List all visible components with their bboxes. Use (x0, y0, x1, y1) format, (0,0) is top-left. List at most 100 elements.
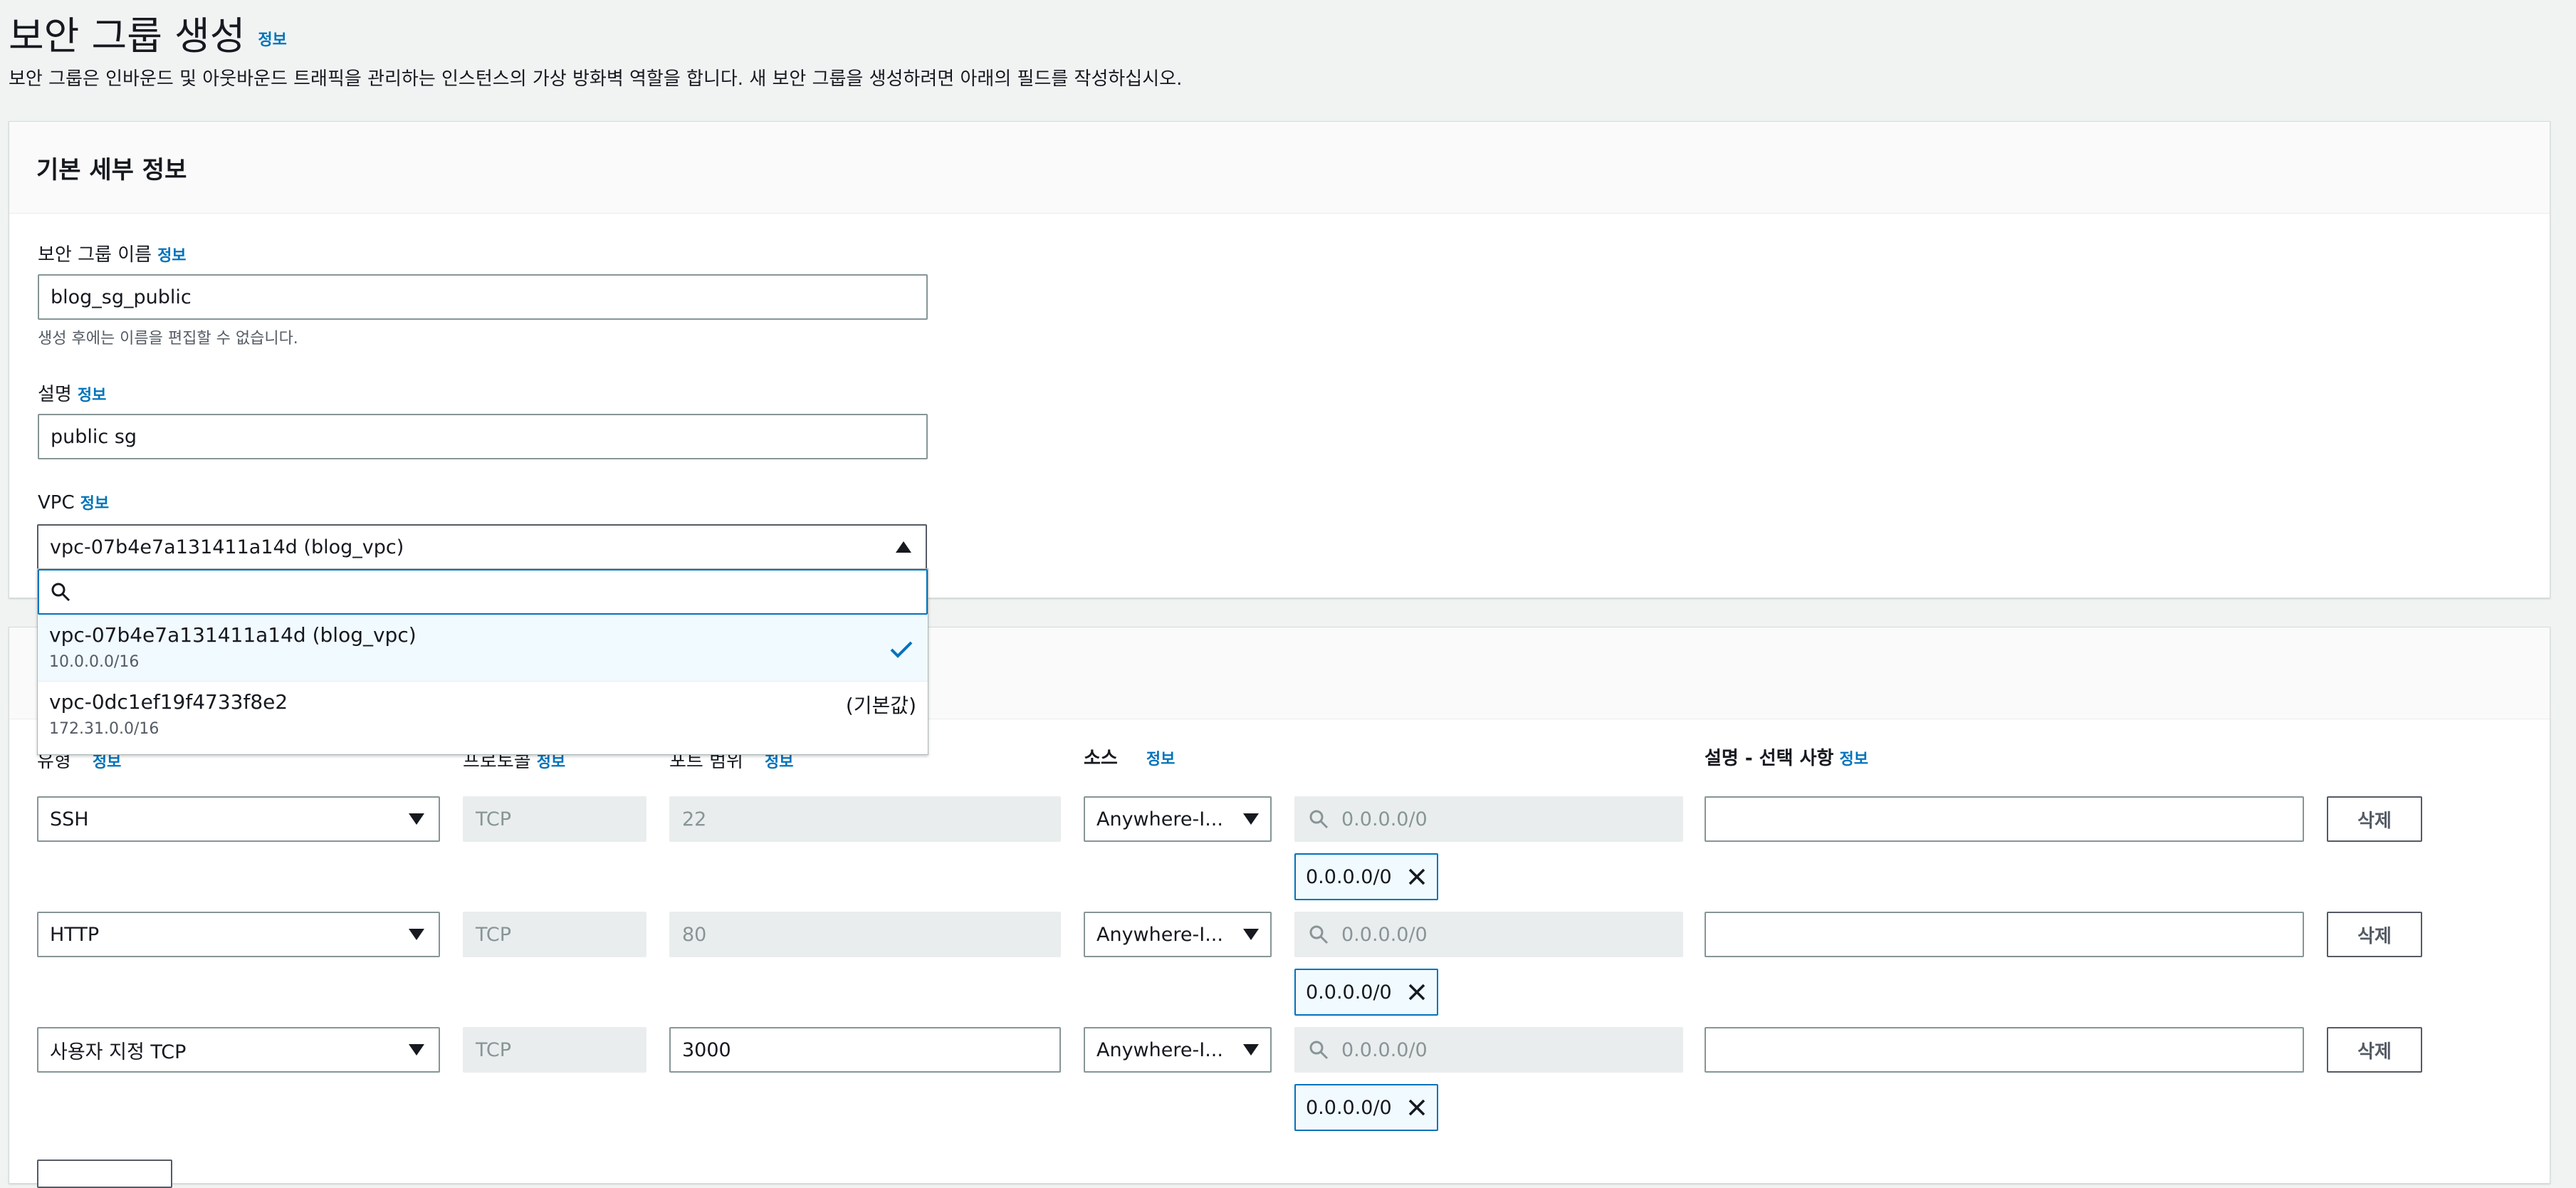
rule-port-value: 80 (682, 923, 707, 946)
rule-type-value: HTTP (50, 923, 100, 946)
source-info-link[interactable]: 정보 (1146, 751, 1175, 768)
caret-down-icon (1243, 929, 1259, 940)
search-icon (1309, 1041, 1329, 1060)
rule-source-select[interactable]: Anywhere-I... (1084, 912, 1272, 957)
rule-source-value: Anywhere-I... (1096, 808, 1223, 830)
close-icon[interactable] (1407, 1098, 1427, 1117)
rule-port-value: 3000 (682, 1038, 731, 1061)
rule-port-field[interactable]: 3000 (669, 1027, 1061, 1073)
sg-name-hint: 생성 후에는 이름을 편집할 수 없습니다. (38, 330, 298, 348)
page-description: 보안 그룹은 인바운드 및 아웃바운드 트래픽을 관리하는 인스턴스의 가상 방… (9, 68, 1183, 90)
col-header-description-text: 설명 - 선택 사항 (1705, 748, 1834, 769)
rule-source-select[interactable]: Anywhere-I... (1084, 796, 1272, 842)
rule-cidr-token-value: 0.0.0.0/0 (1306, 865, 1392, 888)
protocol-info-link[interactable]: 정보 (537, 754, 565, 771)
rule-protocol-value: TCP (476, 1038, 512, 1061)
check-icon (890, 641, 913, 658)
rule-description-input[interactable] (1705, 1027, 2304, 1073)
rule-port-field: 22 (669, 796, 1061, 842)
port-info-link[interactable]: 정보 (765, 754, 793, 771)
col-header-description: 설명 - 선택 사항 정보 (1705, 744, 1868, 770)
rule-delete-button[interactable]: 삭제 (2327, 1027, 2422, 1073)
rule-port-field: 80 (669, 912, 1061, 957)
vpc-option-0[interactable]: vpc-07b4e7a131411a14d (blog_vpc) 10.0.0.… (38, 616, 928, 682)
description-label: 설명 정보 (38, 380, 106, 406)
caret-down-icon (409, 813, 424, 825)
add-rule-button[interactable] (37, 1160, 172, 1188)
close-icon[interactable] (1407, 867, 1427, 887)
vpc-option-1-default-tag: (기본값) (845, 694, 916, 717)
page-title-info-link[interactable]: 정보 (258, 31, 286, 49)
rule-port-value: 22 (682, 808, 707, 830)
rule-source-search-placeholder: 0.0.0.0/0 (1341, 808, 1428, 830)
vpc-option-0-id: vpc-07b4e7a131411a14d (blog_vpc) (49, 623, 417, 647)
rule-protocol-field: TCP (463, 796, 646, 842)
rule-protocol-field: TCP (463, 912, 646, 957)
rule-cidr-token: 0.0.0.0/0 (1294, 969, 1438, 1016)
vpc-info-link[interactable]: 정보 (80, 495, 109, 513)
rule-source-search-placeholder: 0.0.0.0/0 (1341, 923, 1428, 946)
caret-down-icon (1243, 813, 1259, 825)
rule-type-value: 사용자 지정 TCP (50, 1041, 187, 1063)
rule-source-search[interactable]: 0.0.0.0/0 (1294, 796, 1683, 842)
basic-details-title: 기본 세부 정보 (36, 156, 187, 184)
vpc-search-input[interactable] (38, 569, 928, 615)
description-label-text: 설명 (38, 384, 72, 405)
rule-source-search-placeholder: 0.0.0.0/0 (1341, 1038, 1428, 1061)
vpc-label-text: VPC (38, 492, 75, 514)
vpc-option-0-cidr: 10.0.0.0/16 (49, 653, 140, 671)
col-header-source-text: 소스 (1084, 748, 1118, 769)
sg-name-label-text: 보안 그룹 이름 (38, 244, 152, 266)
rule-delete-label: 삭제 (2357, 925, 2392, 947)
sg-name-value: blog_sg_public (51, 286, 192, 308)
rule-protocol-value: TCP (476, 808, 512, 830)
rule-description-input[interactable] (1705, 912, 2304, 957)
rule-delete-label: 삭제 (2357, 810, 2392, 832)
sg-name-input[interactable]: blog_sg_public (38, 274, 928, 320)
vpc-option-1[interactable]: vpc-0dc1ef19f4733f8e2 172.31.0.0/16 (기본값… (38, 683, 928, 753)
rule-source-value: Anywhere-I... (1096, 1038, 1223, 1061)
rule-source-value: Anywhere-I... (1096, 923, 1223, 946)
rule-source-search[interactable]: 0.0.0.0/0 (1294, 1027, 1683, 1073)
rule-source-select[interactable]: Anywhere-I... (1084, 1027, 1272, 1073)
vpc-select-value: vpc-07b4e7a131411a14d (blog_vpc) (50, 536, 404, 558)
rule-cidr-token: 0.0.0.0/0 (1294, 853, 1438, 900)
close-icon[interactable] (1407, 982, 1427, 1002)
rule-cidr-token-value: 0.0.0.0/0 (1306, 981, 1392, 1004)
rule-description-input[interactable] (1705, 796, 2304, 842)
search-icon (1309, 925, 1329, 944)
sg-name-info-link[interactable]: 정보 (157, 247, 186, 265)
type-info-link[interactable]: 정보 (93, 754, 121, 771)
caret-up-icon (896, 541, 911, 553)
page-title-text: 보안 그룹 생성 (9, 14, 246, 58)
caret-down-icon (409, 1044, 424, 1056)
vpc-dropdown: vpc-07b4e7a131411a14d (blog_vpc) 10.0.0.… (37, 568, 928, 755)
page-title: 보안 그룹 생성 정보 (9, 4, 287, 61)
description-col-info-link[interactable]: 정보 (1839, 751, 1868, 768)
col-header-source: 소스 정보 (1084, 744, 1175, 770)
vpc-option-1-cidr: 172.31.0.0/16 (49, 720, 159, 738)
rule-protocol-value: TCP (476, 923, 512, 946)
description-info-link[interactable]: 정보 (78, 387, 106, 405)
vpc-label: VPC 정보 (38, 491, 109, 514)
caret-down-icon (1243, 1044, 1259, 1056)
sg-name-label: 보안 그룹 이름 정보 (38, 240, 187, 266)
rule-delete-label: 삭제 (2357, 1041, 2392, 1063)
rule-source-search[interactable]: 0.0.0.0/0 (1294, 912, 1683, 957)
rule-delete-button[interactable]: 삭제 (2327, 912, 2422, 957)
basic-details-header: 기본 세부 정보 (9, 122, 2550, 214)
search-icon (1309, 810, 1329, 829)
caret-down-icon (409, 929, 424, 940)
rule-delete-button[interactable]: 삭제 (2327, 796, 2422, 842)
rule-type-select[interactable]: 사용자 지정 TCP (37, 1027, 440, 1073)
rule-type-value: SSH (50, 808, 89, 830)
rule-type-select[interactable]: HTTP (37, 912, 440, 957)
search-icon (51, 583, 70, 602)
vpc-select[interactable]: vpc-07b4e7a131411a14d (blog_vpc) (37, 524, 927, 570)
description-input[interactable]: public sg (38, 414, 928, 459)
vpc-option-1-id: vpc-0dc1ef19f4733f8e2 (49, 690, 288, 714)
rule-protocol-field: TCP (463, 1027, 646, 1073)
rule-type-select[interactable]: SSH (37, 796, 440, 842)
description-value: public sg (51, 425, 137, 448)
rule-cidr-token-value: 0.0.0.0/0 (1306, 1096, 1392, 1119)
